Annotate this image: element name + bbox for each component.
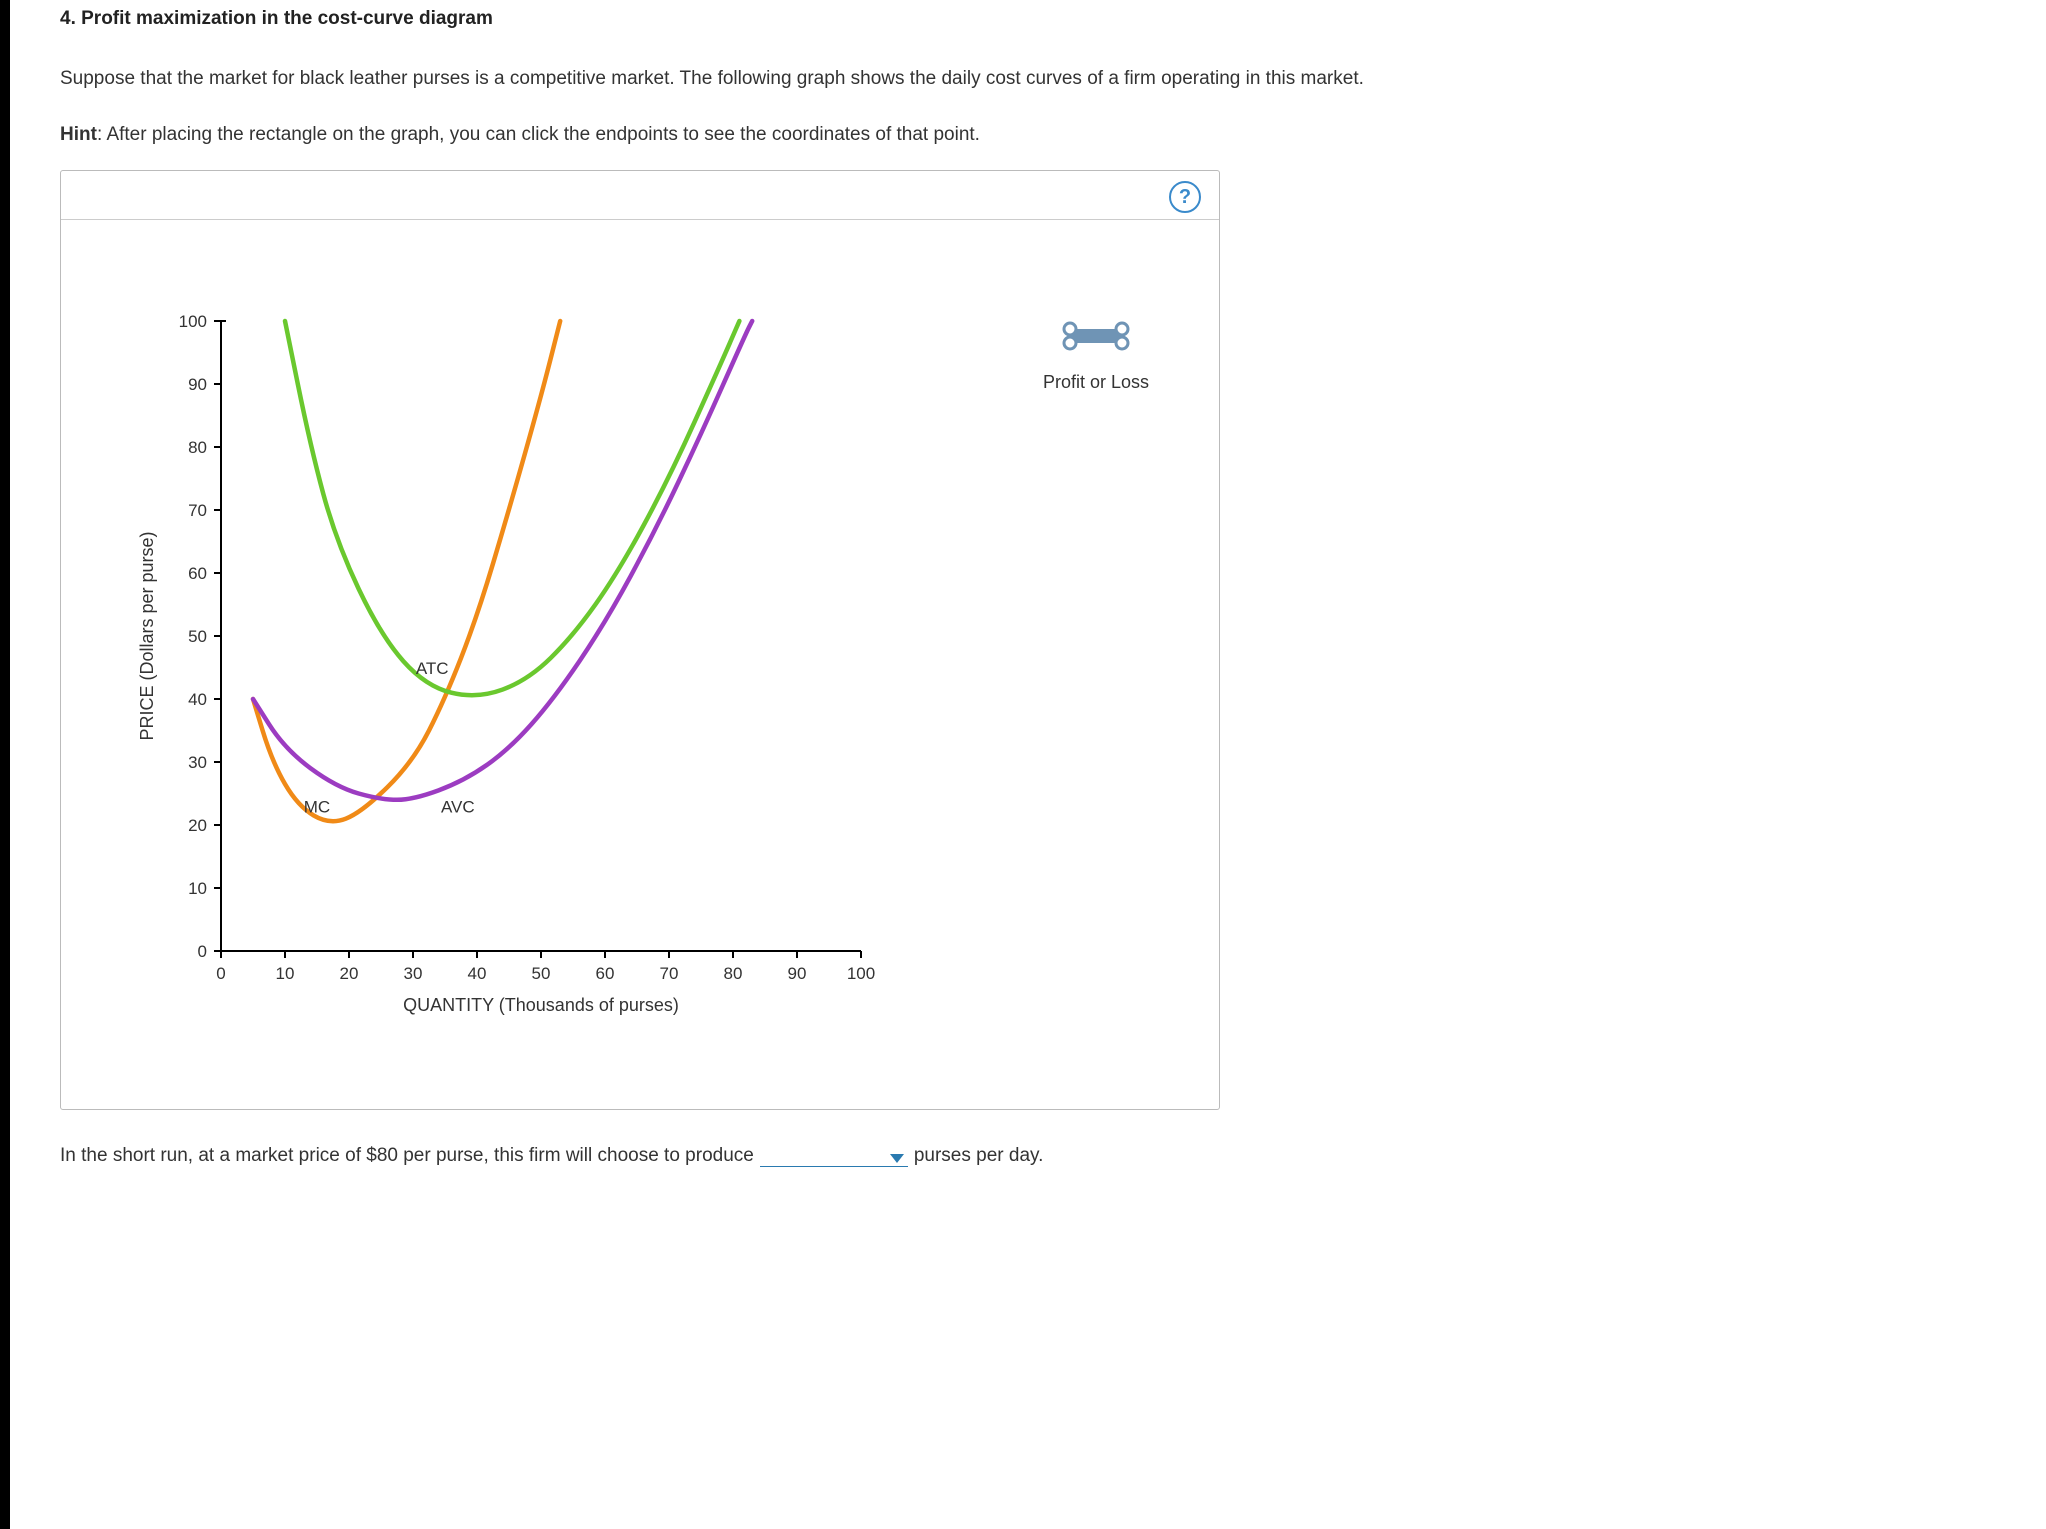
question-title: 4. Profit maximization in the cost-curve… <box>60 8 2016 30</box>
svg-text:0: 0 <box>216 964 225 983</box>
svg-text:90: 90 <box>188 375 207 394</box>
svg-text:30: 30 <box>188 753 207 772</box>
svg-text:80: 80 <box>188 438 207 457</box>
svg-text:ATC: ATC <box>416 659 449 678</box>
svg-text:90: 90 <box>788 964 807 983</box>
svg-text:60: 60 <box>188 564 207 583</box>
left-sidebar-stripe <box>0 0 10 1529</box>
svg-text:AVC: AVC <box>441 797 475 816</box>
svg-text:0: 0 <box>198 942 207 961</box>
svg-text:100: 100 <box>179 312 207 331</box>
question-prompt: Suppose that the market for black leathe… <box>60 60 2016 98</box>
svg-text:20: 20 <box>188 816 207 835</box>
hint-text: : After placing the rectangle on the gra… <box>97 124 980 145</box>
question-content: 4. Profit maximization in the cost-curve… <box>10 0 2046 1529</box>
answer-sentence: In the short run, at a market price of $… <box>60 1142 2016 1167</box>
svg-text:10: 10 <box>188 879 207 898</box>
svg-text:50: 50 <box>188 627 207 646</box>
svg-text:70: 70 <box>660 964 679 983</box>
svg-text:PRICE (Dollars per purse): PRICE (Dollars per purse) <box>137 531 157 740</box>
chevron-down-icon <box>890 1154 904 1163</box>
svg-text:50: 50 <box>532 964 551 983</box>
profit-loss-rectangle-tool-icon[interactable] <box>1001 316 1191 356</box>
svg-text:MC: MC <box>304 797 330 816</box>
cost-curve-chart[interactable]: 0 10 20 30 40 50 60 70 80 90 100 0 10 20 30 40 50 60 70 80 9… <box>131 301 891 1041</box>
graph-toolbar: ? <box>61 171 1219 220</box>
graph-panel: ? 0 10 20 30 40 50 60 70 80 90 100 0 10 20 30 40 50 60 70 8… <box>60 170 1220 1110</box>
answer-pre-text: In the short run, at a market price of $… <box>60 1145 754 1167</box>
svg-text:10: 10 <box>276 964 295 983</box>
svg-text:70: 70 <box>188 501 207 520</box>
svg-text:80: 80 <box>724 964 743 983</box>
hint-label: Hint <box>60 124 97 145</box>
legend-label: Profit or Loss <box>1001 372 1191 393</box>
svg-text:60: 60 <box>596 964 615 983</box>
svg-text:QUANTITY (Thousands of purses): QUANTITY (Thousands of purses) <box>403 995 679 1015</box>
answer-post-text: purses per day. <box>914 1145 1044 1167</box>
svg-text:40: 40 <box>468 964 487 983</box>
legend: Profit or Loss <box>1001 316 1191 393</box>
help-icon[interactable]: ? <box>1169 181 1201 213</box>
question-hint: Hint: After placing the rectangle on the… <box>60 124 2016 146</box>
svg-text:40: 40 <box>188 690 207 709</box>
answer-dropdown[interactable] <box>760 1142 908 1167</box>
svg-text:100: 100 <box>847 964 875 983</box>
svg-text:20: 20 <box>340 964 359 983</box>
svg-text:30: 30 <box>404 964 423 983</box>
